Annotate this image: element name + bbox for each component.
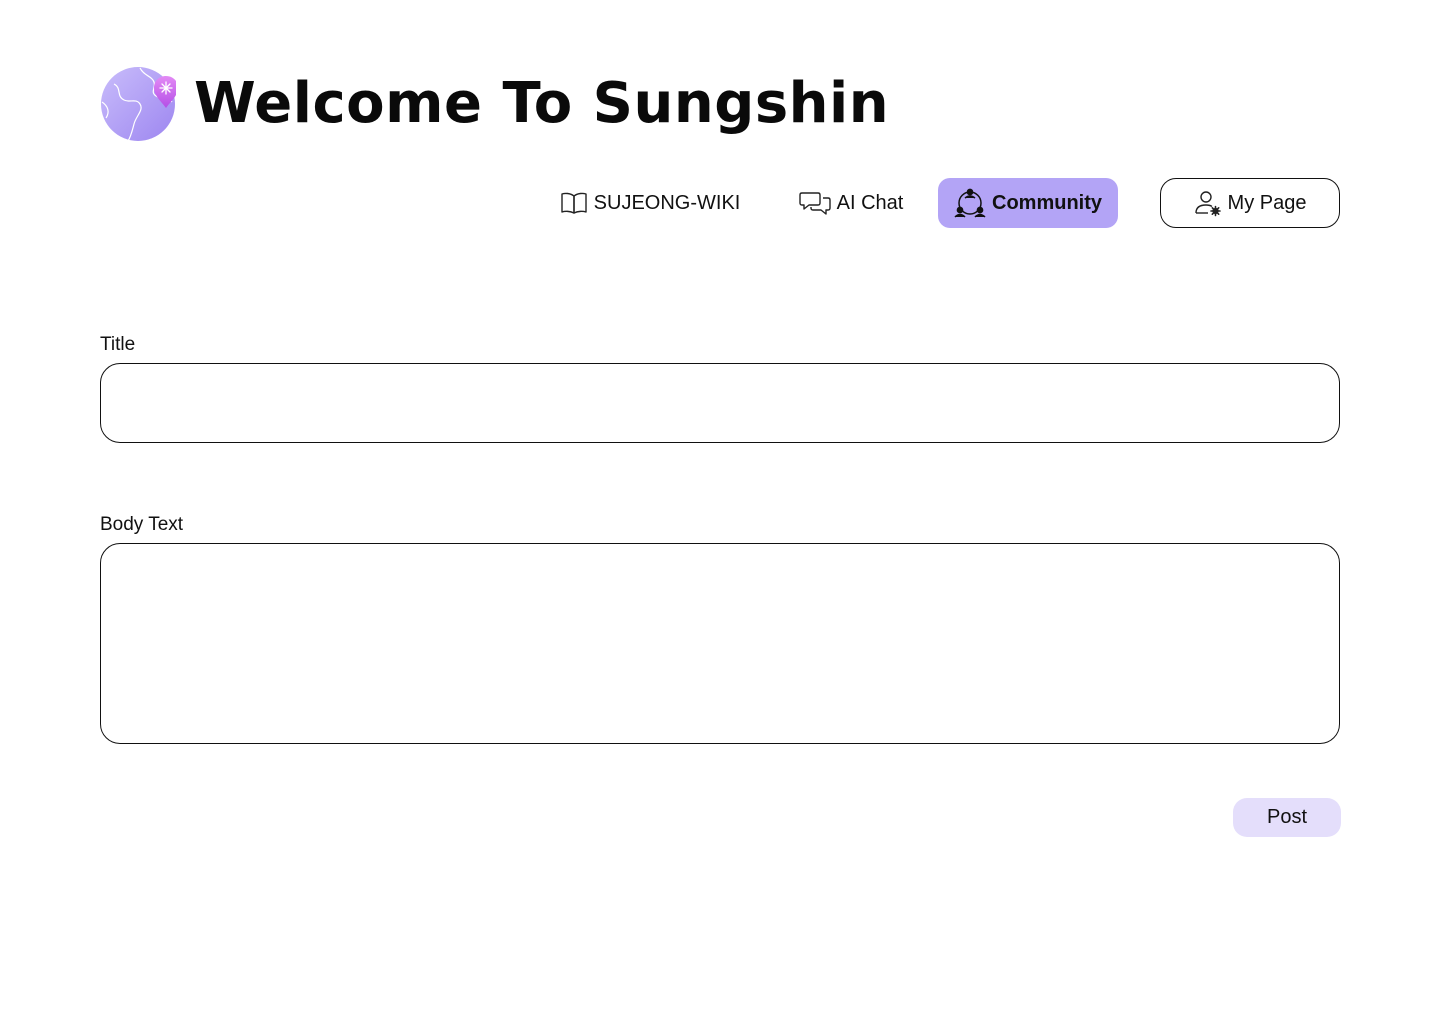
nav-item-label: AI Chat	[836, 191, 904, 214]
nav-item-my-page[interactable]: My Page	[1160, 178, 1340, 228]
nav-item-label: My Page	[1227, 191, 1307, 214]
title-input[interactable]	[100, 363, 1340, 443]
main-nav: SUJEONG-WIKI AI Chat Community My Page	[0, 178, 1440, 228]
body-text-input[interactable]	[100, 543, 1340, 744]
nav-item-sujeong-wiki[interactable]: SUJEONG-WIKI	[560, 178, 740, 228]
user-settings-icon	[1194, 189, 1222, 217]
page: Welcome To Sungshin SUJEONG-WIKI AI Chat	[0, 0, 1440, 1024]
header: Welcome To Sungshin	[100, 66, 889, 142]
chat-bubbles-icon	[798, 190, 831, 216]
book-icon	[560, 191, 588, 215]
post-button[interactable]: Post	[1233, 798, 1341, 837]
nav-item-community[interactable]: Community	[938, 178, 1118, 228]
globe-pin-icon	[100, 66, 178, 142]
nav-item-ai-chat[interactable]: AI Chat	[796, 178, 906, 228]
body-text-label: Body Text	[100, 514, 184, 535]
nav-item-label: Community	[992, 191, 1102, 214]
community-icon	[954, 187, 986, 219]
nav-item-label: SUJEONG-WIKI	[593, 191, 741, 214]
title-label: Title	[100, 334, 136, 355]
page-title: Welcome To Sungshin	[194, 71, 890, 136]
